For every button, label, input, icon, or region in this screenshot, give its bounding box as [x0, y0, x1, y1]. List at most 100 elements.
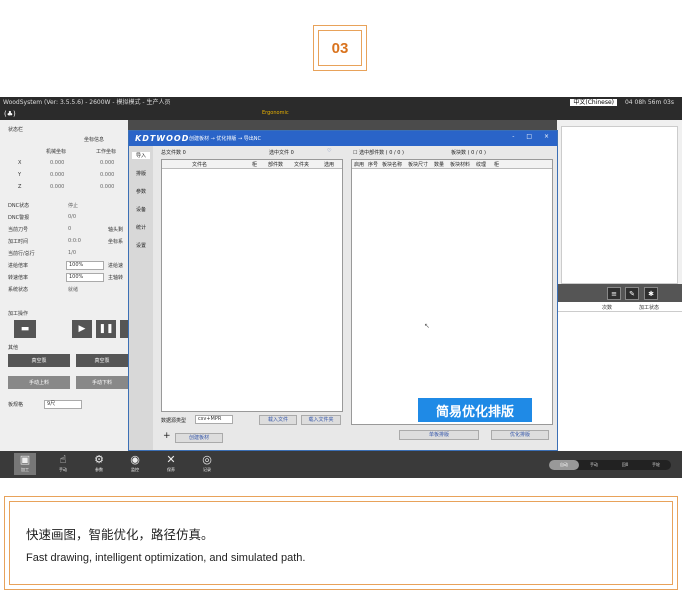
col-parts: 部件数 — [268, 162, 284, 168]
camera-icon: ◉ — [130, 453, 140, 466]
speed-override-select[interactable]: 100% — [66, 273, 104, 282]
caption-chinese: 快速画图，智能优化，路径仿真。 — [26, 527, 214, 542]
mode-handwheel[interactable]: 手轮 — [641, 460, 671, 470]
import-folder-button[interactable]: 载入文件夹 — [301, 415, 341, 425]
nav-monitor[interactable]: ◉ 监控 — [124, 453, 146, 475]
process-time-label: 加工时间 — [8, 239, 29, 245]
file-list[interactable]: 文件名 柜 部件数 文件夹 选用 — [161, 159, 343, 412]
coord-sys-label: 坐标系 — [108, 239, 124, 245]
cursor-icon: ↖ — [424, 322, 430, 330]
task-table-header: 次数 加工状态 — [557, 302, 682, 312]
speed-override-label: 转速倍率 — [8, 275, 29, 281]
vacuum-off-button[interactable]: 真空泵 — [76, 354, 128, 367]
board-count-label: 板块数 ( 0 / 0 ) — [451, 150, 486, 156]
data-type-label: 数据源类型 — [161, 418, 187, 424]
pause-icon[interactable]: ❚❚ — [96, 320, 116, 338]
preview-canvas — [561, 126, 678, 284]
hand-icon: ☝ — [59, 453, 67, 466]
work-coord-label: 工作坐标 — [96, 149, 117, 155]
app-status-area: 中文(Chinese) 04 08h 56m 03s — [570, 97, 674, 108]
stop-icon[interactable] — [120, 320, 128, 338]
feed-label: 进给速 — [108, 263, 124, 269]
system-status-value: 就绪 — [68, 287, 79, 293]
toolbar-strip — [0, 108, 682, 120]
app-title: WoodSystem (Ver: 3.5.5.6) - 2600W - 模拟模式… — [3, 99, 171, 106]
board-spec-select[interactable]: 9尺 — [44, 400, 82, 409]
data-type-select[interactable]: csv+MPR — [195, 415, 233, 424]
nav-process[interactable]: ▣ 加工 — [14, 453, 36, 475]
section-status-title: 状态栏 — [8, 127, 24, 133]
caption-inner-frame: 快速画图，智能优化，路径仿真。 Fast drawing, intelligen… — [9, 501, 673, 585]
feed-override-select[interactable]: 100% — [66, 261, 104, 270]
mode-home[interactable]: 回0 — [610, 460, 640, 470]
play-icon[interactable]: ▶ — [72, 320, 92, 338]
axis-y-work: 0.000 — [100, 172, 115, 178]
minimize-icon[interactable]: - — [512, 133, 514, 140]
col-folder: 文件夹 — [294, 162, 310, 168]
maximize-icon[interactable]: □ — [526, 133, 532, 140]
app-note: Ergonomic — [262, 110, 289, 116]
single-layout-button[interactable]: 单板排版 — [399, 430, 479, 440]
col-select: 选用 — [324, 162, 335, 168]
dnc-status-label: DNC状态 — [8, 203, 30, 209]
col-enable: 启用 — [354, 162, 365, 168]
dnc-alarm-value: 0/0 — [68, 214, 77, 220]
kdtwood-dialog: KDTWOOD 创建板材 → 优化排版 → 导出NC - □ × 导入 排版 参… — [128, 130, 558, 451]
dnc-alarm-label: DNC警报 — [8, 215, 30, 221]
import-file-button[interactable]: 载入文件 — [259, 415, 297, 425]
sidebar-item-stats[interactable]: 统计 — [132, 224, 150, 231]
parts-list[interactable]: 启用 序号 板块名称 板块尺寸 数量 板块材料 纹理 柜 ↖ — [351, 159, 553, 425]
vacuum-on-label: 真空泵 — [31, 358, 47, 364]
dialog-header: KDTWOOD 创建板材 → 优化排版 → 导出NC - □ × — [129, 131, 557, 146]
select-parts-checkbox[interactable]: ☐ 选中部件数 ( 0 / 0 ) — [353, 149, 404, 156]
section-ops-title: 加工操作 — [8, 311, 29, 317]
list-icon[interactable]: ≡ — [607, 287, 621, 300]
kdtwood-logo: KDTWOOD — [135, 134, 190, 143]
nav-params[interactable]: ⚙ 参数 — [88, 453, 110, 475]
mode-auto[interactable]: 自动 — [549, 460, 579, 470]
window-controls: - □ × — [512, 133, 549, 140]
sidebar-item-device[interactable]: 设备 — [132, 206, 150, 213]
sidebar-item-settings[interactable]: 设置 — [132, 242, 150, 249]
gear-icon[interactable]: ✱ — [644, 287, 658, 300]
board-spec-label: 板规格 — [8, 402, 24, 408]
vacuum-on-button[interactable]: 真空泵 — [8, 354, 70, 367]
axis-z-machine: 0.000 — [50, 184, 65, 190]
col-board-name: 板块名称 — [382, 162, 403, 168]
axis-z-work: 0.000 — [100, 184, 115, 190]
open-folder-icon[interactable]: ▬ — [14, 320, 36, 338]
manual-unload-button[interactable]: 手动下料 — [76, 376, 128, 389]
optimize-layout-button[interactable]: 优化排版 — [491, 430, 549, 440]
sidebar-item-layout[interactable]: 排版 — [132, 170, 150, 177]
manual-load-button[interactable]: 手动上料 — [8, 376, 70, 389]
plus-icon[interactable]: + — [163, 431, 171, 441]
total-files-label: 总文件数 0 — [161, 150, 186, 156]
nav-maintenance[interactable]: ✕ 保养 — [160, 453, 182, 475]
line-label: 当前行/总行 — [8, 251, 35, 257]
sliders-icon: ⚙ — [94, 453, 104, 466]
dialog-sidebar: 导入 排版 参数 设备 统计 设置 — [129, 146, 153, 450]
heart-icon[interactable]: ♡ — [327, 148, 331, 154]
app-title-bar: WoodSystem (Ver: 3.5.5.6) - 2600W - 模拟模式… — [0, 97, 682, 108]
nav-manual[interactable]: ☝ 手动 — [52, 453, 74, 475]
status-panel: 状态栏 坐标信息 机械坐标 工作坐标 X 0.000 0.000 Y 0.000… — [0, 120, 128, 451]
create-board-button[interactable]: 创建板材 — [175, 433, 223, 443]
nav-records[interactable]: ◎ 记录 — [196, 453, 218, 475]
col-cab: 柜 — [494, 162, 500, 168]
sidebar-item-import[interactable]: 导入 — [132, 152, 150, 159]
axis-x-label: X — [18, 160, 22, 166]
feed-override-label: 进给倍率 — [8, 263, 29, 269]
tool-number-label: 当前刀号 — [8, 227, 29, 233]
tools-icon[interactable]: ✎ — [625, 287, 639, 300]
page: 03 WoodSystem (Ver: 3.5.5.6) - 2600W - 模… — [0, 0, 682, 594]
process-time-value: 0:0:0 — [68, 238, 81, 244]
file-list-header: 文件名 柜 部件数 文件夹 选用 — [162, 160, 342, 169]
close-icon[interactable]: × — [544, 133, 549, 140]
col-board-size: 板块尺寸 — [408, 162, 429, 168]
vacuum-off-label: 真空泵 — [94, 358, 110, 364]
layout-select[interactable]: 中文(Chinese) — [570, 99, 618, 106]
section-other-title: 其他 — [8, 345, 19, 351]
col-process-status: 加工状态 — [639, 305, 660, 311]
mode-manual[interactable]: 手动 — [579, 460, 609, 470]
sidebar-item-params[interactable]: 参数 — [132, 188, 150, 195]
